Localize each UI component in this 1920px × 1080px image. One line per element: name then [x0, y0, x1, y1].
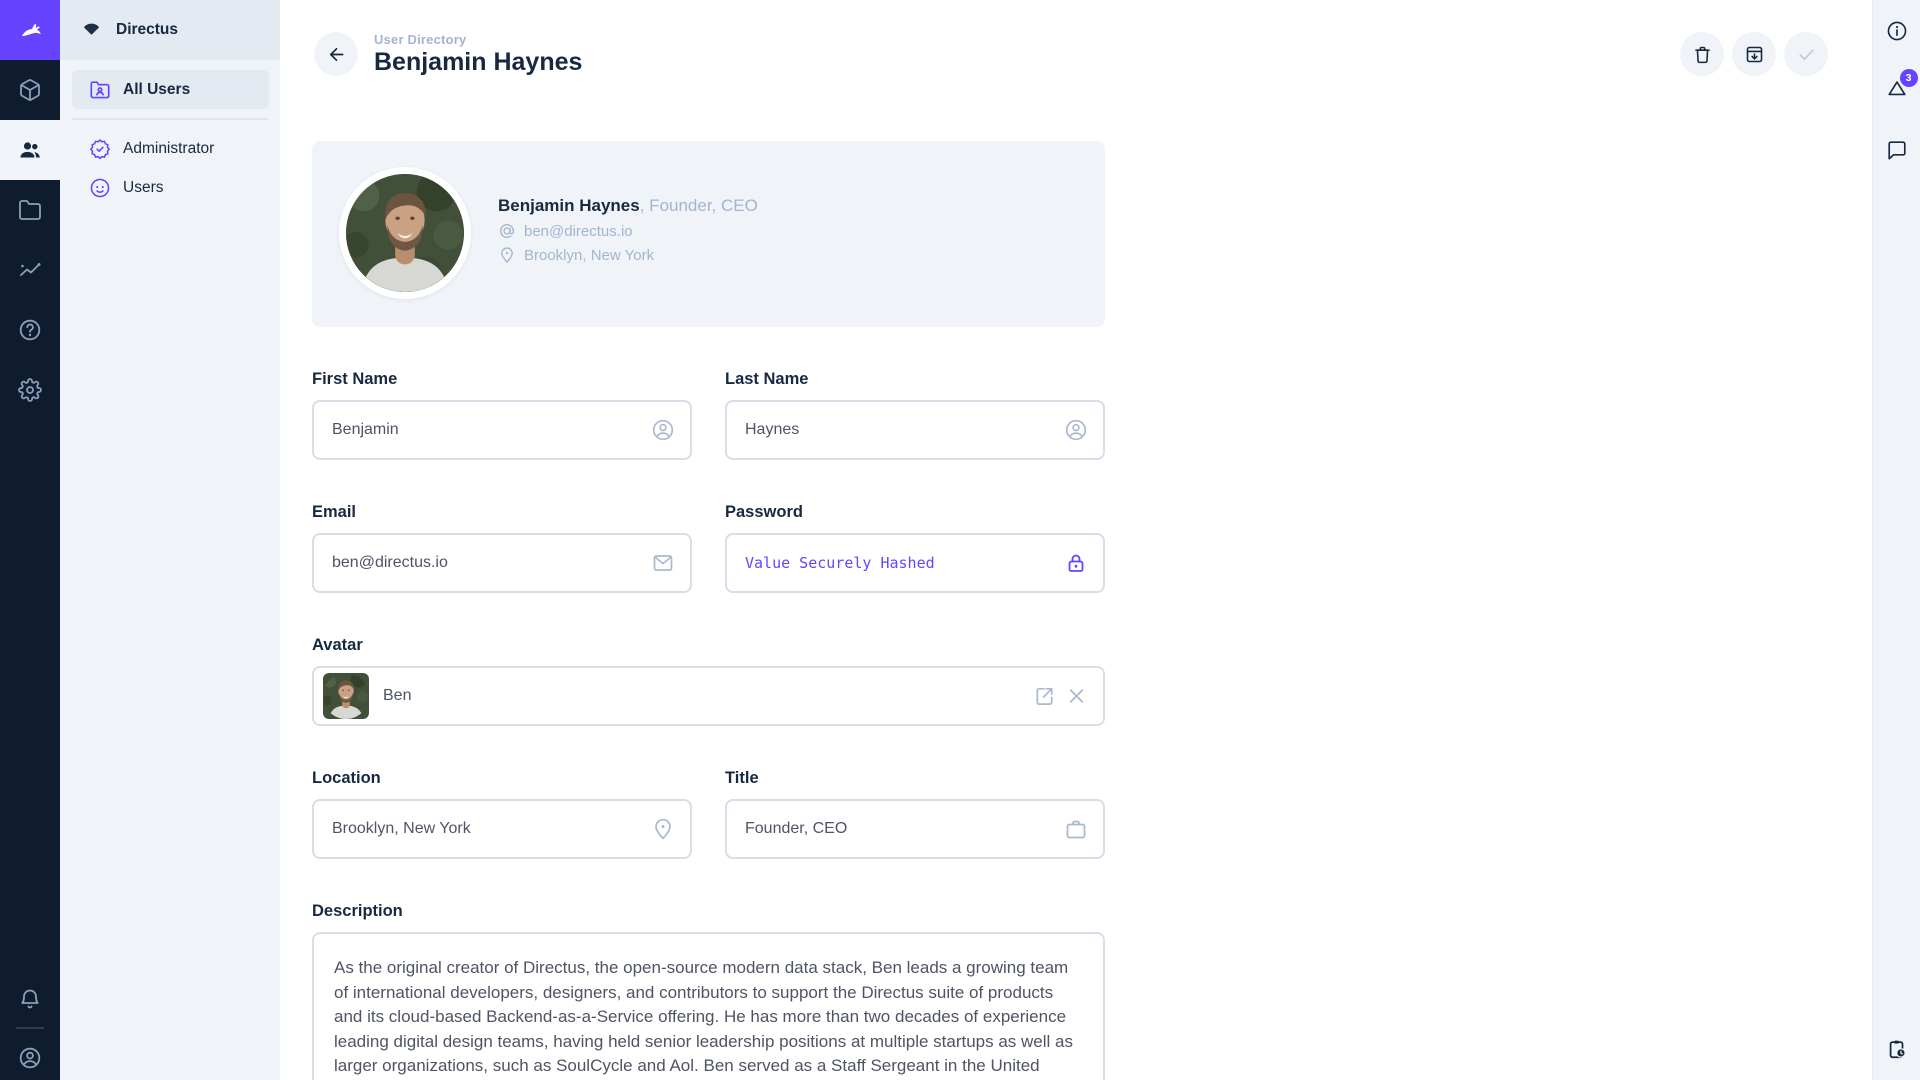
user-name: Benjamin Haynes: [498, 196, 640, 215]
app-window: Directus All Users Administrator User: [0, 0, 1920, 1080]
field-label: Title: [725, 769, 1105, 788]
directus-logo[interactable]: [0, 0, 60, 60]
activity-clipboard-icon[interactable]: [1873, 1027, 1920, 1071]
field-label: Description: [312, 902, 1105, 921]
field-last-name: Last Name: [725, 370, 1105, 460]
user-form: First Name Last Name: [312, 327, 1105, 1080]
module-bar-spacer: [0, 420, 60, 976]
comments-icon[interactable]: [1873, 128, 1920, 172]
revisions-icon[interactable]: 3: [1873, 66, 1920, 110]
user-email: ben@directus.io: [524, 223, 633, 240]
page-title: Benjamin Haynes: [374, 48, 582, 77]
directus-rabbit-icon: [18, 18, 42, 42]
nav-item-all-users[interactable]: All Users: [72, 70, 269, 109]
mail-icon: [651, 551, 675, 575]
module-bar-divider: [16, 1027, 44, 1029]
back-button[interactable]: [314, 32, 358, 76]
field-description: Description As the original creator of D…: [312, 902, 1105, 1080]
field-password: Password: [725, 503, 1105, 593]
briefcase-icon: [1064, 817, 1088, 841]
field-email: Email: [312, 503, 692, 593]
module-files-icon[interactable]: [0, 180, 60, 240]
password-input[interactable]: [727, 535, 1103, 591]
nav-sidebar: Directus All Users Administrator User: [60, 0, 280, 1080]
module-content-icon[interactable]: [0, 60, 60, 120]
location-input[interactable]: [314, 801, 690, 857]
user-card: Benjamin Haynes, Founder, CEO ben@direct…: [312, 141, 1105, 327]
arrow-left-icon: [326, 44, 347, 65]
check-icon: [1796, 44, 1817, 65]
email-input[interactable]: [314, 535, 690, 591]
nav-item-label: Administrator: [123, 140, 214, 158]
deselect-icon[interactable]: [1065, 685, 1088, 708]
breadcrumb: User Directory: [374, 32, 582, 47]
account-circle-icon: [651, 418, 675, 442]
place-icon: [498, 246, 524, 264]
field-first-name: First Name: [312, 370, 692, 460]
field-label: Password: [725, 503, 1105, 522]
open-file-icon[interactable]: [1033, 685, 1056, 708]
field-label: Email: [312, 503, 692, 522]
field-location: Location: [312, 769, 692, 859]
nav-item-administrator[interactable]: Administrator: [72, 129, 269, 168]
module-help-icon[interactable]: [0, 300, 60, 360]
nav-divider: [72, 118, 268, 120]
module-users-icon[interactable]: [0, 120, 60, 180]
user-role: , Founder, CEO: [640, 196, 758, 215]
info-icon[interactable]: [1873, 9, 1920, 53]
page-header: User Directory Benjamin Haynes: [280, 0, 1872, 108]
save-button[interactable]: [1784, 32, 1828, 76]
revisions-count-badge: 3: [1900, 69, 1918, 87]
nav-item-label: All Users: [123, 81, 190, 99]
account-menu-icon[interactable]: [0, 1036, 60, 1080]
avatar-thumbnail[interactable]: [323, 673, 369, 719]
module-insights-icon[interactable]: [0, 240, 60, 300]
account-circle-icon: [1064, 418, 1088, 442]
title-block: User Directory Benjamin Haynes: [374, 32, 582, 77]
last-name-input[interactable]: [727, 402, 1103, 458]
face-icon: [89, 177, 111, 199]
user-avatar: [339, 167, 471, 299]
avatar-input[interactable]: [369, 668, 1103, 724]
trash-icon: [1692, 44, 1713, 65]
header-actions: [1680, 32, 1828, 76]
field-avatar: Avatar: [312, 636, 1105, 726]
lock-icon: [1064, 551, 1088, 575]
notifications-bell-icon[interactable]: [0, 976, 60, 1020]
user-card-text: Benjamin Haynes, Founder, CEO ben@direct…: [498, 196, 758, 264]
field-title: Title: [725, 769, 1105, 859]
nav-item-label: Users: [123, 179, 163, 197]
verified-badge-icon: [89, 138, 111, 160]
field-label: First Name: [312, 370, 692, 389]
main-area: User Directory Benjamin Haynes: [280, 0, 1872, 1080]
field-label: Avatar: [312, 636, 1105, 655]
content: Benjamin Haynes, Founder, CEO ben@direct…: [280, 108, 1872, 1080]
title-input[interactable]: [727, 801, 1103, 857]
archive-icon: [1744, 44, 1765, 65]
folder-user-icon: [89, 79, 111, 101]
at-icon: [498, 222, 524, 240]
project-header[interactable]: Directus: [60, 0, 280, 60]
field-label: Last Name: [725, 370, 1105, 389]
archive-button[interactable]: [1732, 32, 1776, 76]
description-textarea[interactable]: As the original creator of Directus, the…: [334, 956, 1083, 1080]
right-sidebar: 3: [1872, 0, 1920, 1080]
delete-button[interactable]: [1680, 32, 1724, 76]
place-icon: [651, 817, 675, 841]
module-bar: [0, 0, 60, 1080]
field-label: Location: [312, 769, 692, 788]
first-name-input[interactable]: [314, 402, 690, 458]
project-name: Directus: [116, 21, 178, 39]
nav-item-users[interactable]: Users: [72, 168, 269, 207]
project-icon: [81, 20, 102, 41]
nav-body: All Users Administrator Users: [60, 60, 280, 207]
module-settings-icon[interactable]: [0, 360, 60, 420]
user-location: Brooklyn, New York: [524, 247, 654, 264]
